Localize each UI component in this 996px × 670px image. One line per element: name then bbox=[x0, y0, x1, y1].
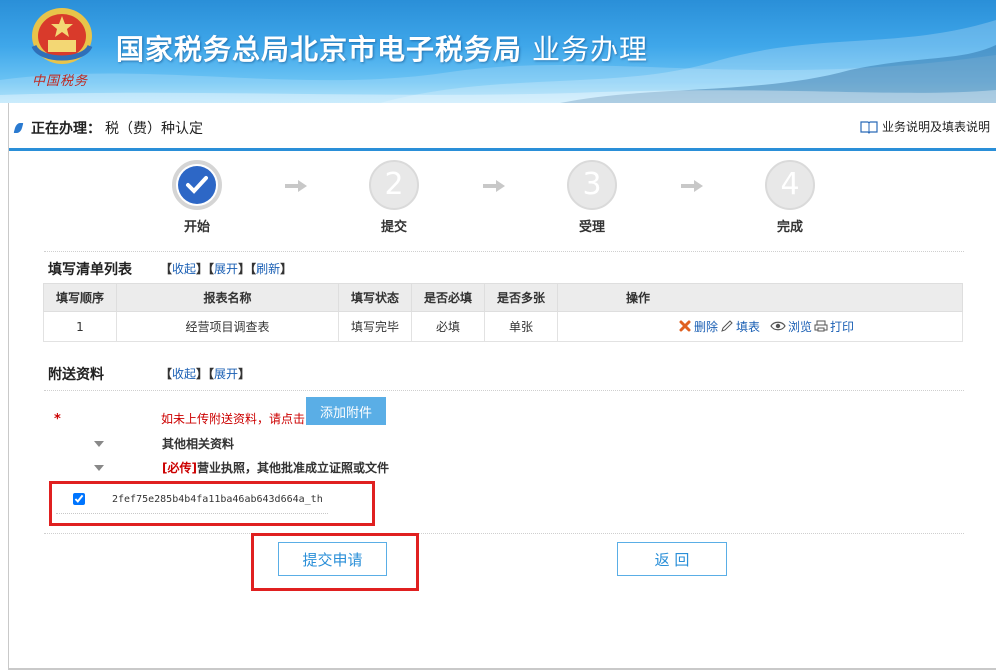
step-arrow-icon bbox=[681, 180, 703, 192]
form-list-links: 【收起】【展开】【刷新】 bbox=[160, 262, 293, 276]
highlight-box bbox=[251, 533, 419, 591]
header-banner: 中国税务 国家税务总局北京市电子税务局 业务办理 bbox=[0, 0, 996, 103]
add-attachment-button[interactable]: 添加附件 bbox=[306, 397, 386, 425]
cell-required: 必填 bbox=[411, 311, 485, 342]
attachment-category[interactable]: 其他相关资料 bbox=[94, 435, 234, 452]
column-header: 填写顺序 bbox=[43, 283, 117, 312]
printer-icon bbox=[814, 320, 828, 332]
cell-status: 填写完毕 bbox=[338, 311, 412, 342]
cell-form-name: 经营项目调查表 bbox=[116, 311, 339, 342]
progress-steps: 开始 2 提交 3 受理 4 完成 bbox=[0, 160, 996, 240]
column-header: 填写状态 bbox=[338, 283, 412, 312]
expand-link[interactable]: 展开 bbox=[214, 367, 238, 381]
bullet-icon bbox=[13, 123, 24, 133]
column-header: 是否多张 bbox=[484, 283, 558, 312]
print-link[interactable]: 打印 bbox=[830, 318, 854, 335]
step-arrow-icon bbox=[285, 180, 307, 192]
expand-triangle-icon bbox=[94, 464, 104, 471]
fill-form-link[interactable]: 填表 bbox=[736, 318, 760, 335]
step-number-circle: 2 bbox=[369, 160, 419, 210]
emblem-caption: 中国税务 bbox=[32, 74, 89, 89]
divider bbox=[44, 251, 964, 252]
step-start: 开始 bbox=[157, 160, 237, 235]
expand-link[interactable]: 展开 bbox=[214, 262, 238, 276]
current-task-label: 正在办理： bbox=[31, 121, 101, 137]
form-list-table: 填写顺序 报表名称 填写状态 是否必填 是否多张 操作 1 经营项目调查表 填写… bbox=[43, 283, 963, 342]
highlight-box bbox=[49, 481, 375, 526]
divider bbox=[44, 533, 964, 534]
column-header: 是否必填 bbox=[411, 283, 485, 312]
step-submit: 2 提交 bbox=[354, 160, 434, 235]
current-task-bar: 正在办理： 税（费）种认定 业务说明及填表说明 bbox=[9, 104, 996, 151]
required-mark: * bbox=[54, 412, 61, 427]
upload-hint: 如未上传附送资料，请点击 bbox=[161, 412, 306, 426]
eye-icon bbox=[770, 321, 786, 331]
step-accept: 3 受理 bbox=[552, 160, 632, 235]
cell-order: 1 bbox=[43, 311, 117, 342]
attachments-links: 【收起】【展开】 bbox=[160, 367, 251, 381]
attachment-category[interactable]: [必传] 营业执照，其他批准成立证照或文件 bbox=[94, 459, 389, 476]
attachment-category-label: 其他相关资料 bbox=[162, 437, 235, 451]
help-link-label: 业务说明及填表说明 bbox=[881, 120, 990, 134]
checkmark-icon bbox=[186, 176, 208, 194]
step-number-circle: 3 bbox=[567, 160, 617, 210]
delete-icon bbox=[679, 320, 691, 332]
divider bbox=[44, 390, 964, 391]
site-subtitle: 业务办理 bbox=[532, 33, 649, 66]
step-label: 受理 bbox=[578, 220, 605, 235]
step-complete: 4 完成 bbox=[750, 160, 830, 235]
help-link[interactable]: 业务说明及填表说明 bbox=[860, 118, 990, 135]
form-list-title: 填写清单列表 bbox=[48, 262, 132, 278]
attachments-title: 附送资料 bbox=[48, 367, 104, 383]
collapse-link[interactable]: 收起 bbox=[172, 367, 196, 381]
current-task-value: 税（费）种认定 bbox=[105, 121, 203, 137]
site-title: 国家税务总局北京市电子税务局 bbox=[116, 33, 523, 66]
column-header: 操作 bbox=[557, 283, 963, 312]
attachment-category-label: 营业执照，其他批准成立证照或文件 bbox=[196, 461, 389, 475]
view-link[interactable]: 浏览 bbox=[788, 318, 812, 335]
step-number-circle: 4 bbox=[765, 160, 815, 210]
step-done-circle bbox=[172, 160, 222, 210]
step-label: 提交 bbox=[380, 220, 407, 235]
step-label: 完成 bbox=[776, 220, 803, 235]
column-header: 报表名称 bbox=[116, 283, 339, 312]
pencil-icon bbox=[721, 320, 733, 333]
book-icon bbox=[860, 120, 878, 134]
delete-link[interactable]: 删除 bbox=[694, 318, 718, 335]
required-tag: [必传] bbox=[162, 461, 197, 475]
step-label: 开始 bbox=[183, 220, 210, 235]
cell-actions: 删除 填表 浏览 打印 bbox=[557, 311, 963, 342]
table-row: 1 经营项目调查表 填写完毕 必填 单张 删除 填表 浏览 打印 bbox=[43, 311, 963, 342]
tax-emblem-icon bbox=[31, 8, 93, 64]
step-arrow-icon bbox=[483, 180, 505, 192]
page-title: 国家税务总局北京市电子税务局 业务办理 bbox=[116, 28, 648, 68]
table-header-row: 填写顺序 报表名称 填写状态 是否必填 是否多张 操作 bbox=[43, 283, 963, 312]
collapse-link[interactable]: 收起 bbox=[172, 262, 196, 276]
back-button[interactable]: 返 回 bbox=[617, 542, 727, 576]
cell-multiple: 单张 bbox=[484, 311, 558, 342]
expand-triangle-icon bbox=[94, 440, 104, 447]
refresh-link[interactable]: 刷新 bbox=[256, 262, 280, 276]
